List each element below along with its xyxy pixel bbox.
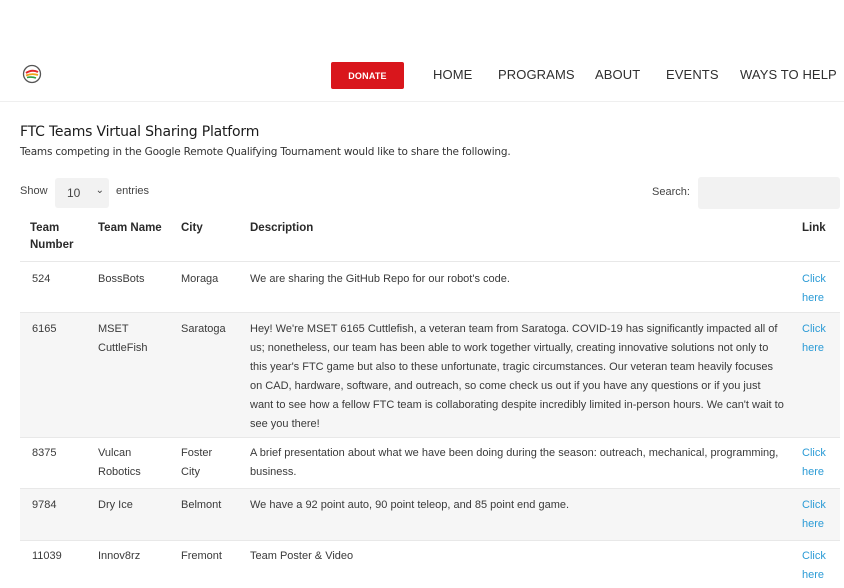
header-link[interactable]: Link [802,220,826,237]
link-line1: Click [802,550,826,562]
link-line2: here [802,466,825,478]
nav-home[interactable]: HOME [433,67,472,82]
cell-description: We have a 92 point auto, 90 point teleop… [250,499,570,511]
nav-ways-to-help[interactable]: WAYS TO HELP [740,67,837,82]
table-row: 8375 Vulcan Robotics Foster City A brief… [20,438,840,488]
link-line1: Click [802,499,826,511]
chevron-down-icon: ⌄ [95,185,104,196]
nav-events[interactable]: EVENTS [666,67,719,82]
table-row: 11039 Innov8rz Fremont Team Poster & Vid… [20,541,840,588]
header-team-number[interactable]: Team Number [30,220,73,254]
cell-description: We are sharing the GitHub Repo for our r… [250,273,510,285]
show-label: Show [20,185,48,197]
nav-about[interactable]: ABOUT [595,67,640,82]
search-input[interactable] [698,177,840,209]
nav-programs[interactable]: PROGRAMS [498,67,575,82]
header-city[interactable]: City [181,220,203,237]
cell-city: Foster City [181,444,212,482]
team-name-line1: Vulcan [98,447,132,459]
entries-select[interactable]: 10 ⌄ [55,178,109,208]
cell-team-name: Vulcan Robotics [98,444,141,482]
cell-description: Team Poster & Video [250,550,354,562]
page-subtitle: Teams competing in the Google Remote Qua… [20,146,511,158]
search-label: Search: [652,186,690,198]
link-line1: Click [802,447,826,459]
header-team-name[interactable]: Team Name [98,220,162,237]
team-name-line2: Robotics [98,466,141,478]
click-here-link[interactable]: Click here [802,444,826,482]
site-header: DONATE HOME PROGRAMS ABOUT EVENTS WAYS T… [0,52,844,102]
cell-team-name: MSET CuttleFish [98,320,148,358]
cell-team-name: BossBots [98,273,145,285]
table-row: 6165 MSET CuttleFish Saratoga Hey! We're… [20,313,840,437]
entries-select-value: 10 [67,186,81,200]
header-team-number-line1: Team [30,222,60,234]
cell-description: Hey! We're MSET 6165 Cuttlefish, a veter… [250,323,784,430]
donate-button[interactable]: DONATE [331,62,404,89]
cell-description: A brief presentation about what we have … [250,447,779,478]
cell-team-number: 8375 [32,447,57,459]
header-team-number-line2: Number [30,239,74,251]
cell-team-name: Dry Ice [98,499,133,511]
cell-city: Belmont [181,499,222,511]
cell-team-number: 11039 [32,550,62,562]
header-description[interactable]: Description [250,220,313,237]
table-row: 524 BossBots Moraga We are sharing the G… [20,262,840,312]
team-name-line2: CuttleFish [98,342,148,354]
cell-team-number: 524 [32,273,51,285]
entries-label: entries [116,185,150,197]
cell-city: Saratoga [181,323,226,335]
cell-team-number: 9784 [32,499,57,511]
page-title: FTC Teams Virtual Sharing Platform [20,124,260,140]
link-line2: here [802,292,825,304]
link-line1: Click [802,323,826,335]
cell-city: Moraga [181,273,219,285]
link-line2: here [802,342,825,354]
cell-team-number: 6165 [32,323,57,335]
click-here-link[interactable]: Click here [802,270,826,308]
table-row: 9784 Dry Ice Belmont We have a 92 point … [20,489,840,540]
click-here-link[interactable]: Click here [802,320,826,358]
cell-city: Fremont [181,550,222,562]
logo-icon[interactable] [22,64,42,84]
click-here-link[interactable]: Click here [802,547,826,585]
link-line2: here [802,569,825,581]
click-here-link[interactable]: Click here [802,496,826,534]
link-line1: Click [802,273,826,285]
cell-team-name: Innov8rz [98,550,141,562]
city-line1: Foster [181,447,213,459]
city-line2: City [181,466,200,478]
link-line2: here [802,518,825,530]
team-name-line1: MSET [98,323,129,335]
